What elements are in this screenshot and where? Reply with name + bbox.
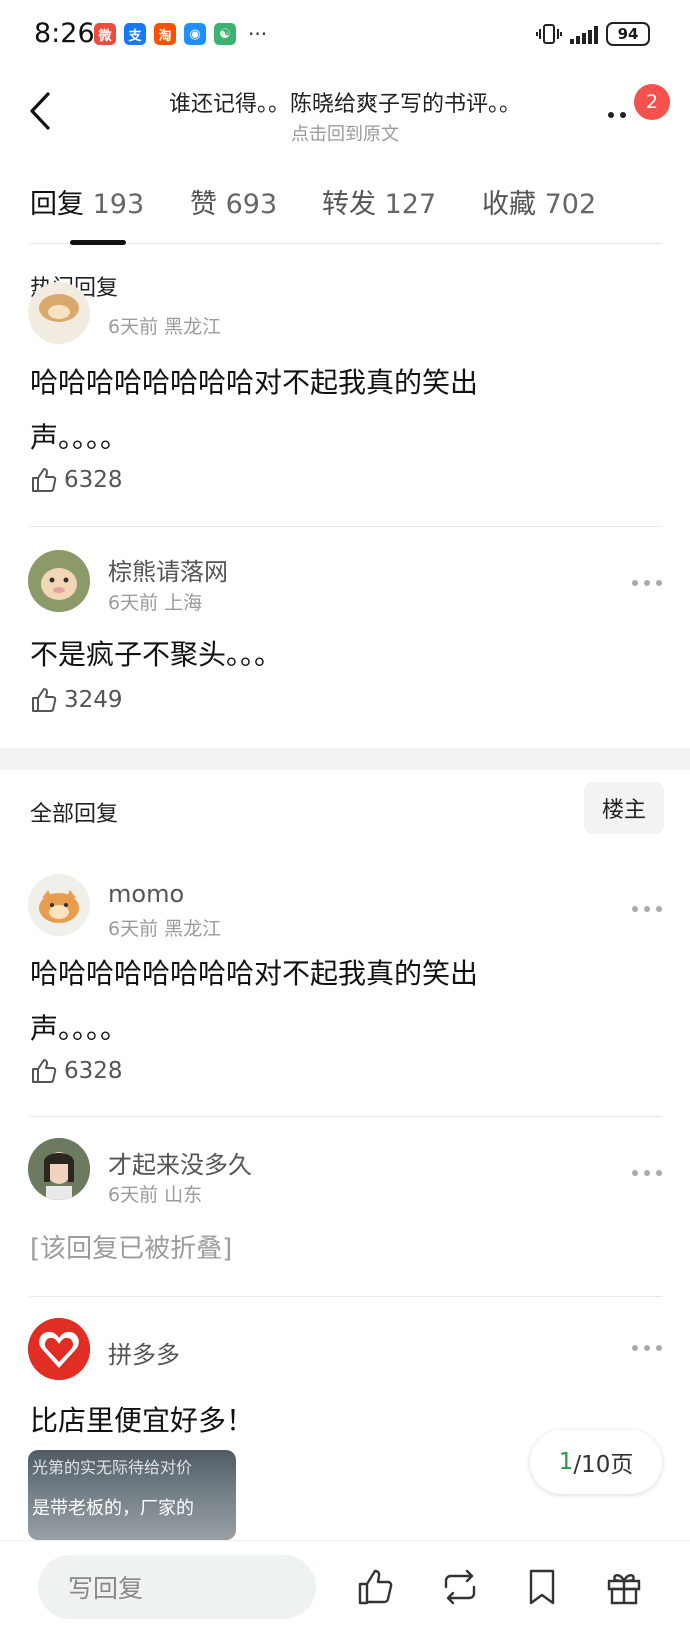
comment-meta: 6天前 黑龙江 [108,316,222,338]
comment-meta: 6天前 黑龙江 [108,918,222,940]
like-count: 6328 [64,467,123,493]
wechat-mini-icon: ☯ [214,23,236,45]
back-to-original-link[interactable]: 点击回到原文 [110,120,580,146]
message-app-icon: ◉ [184,23,206,45]
thumbs-up-icon [32,1059,57,1083]
like-button[interactable]: 6328 [30,466,123,494]
thumbs-up-icon [32,468,57,492]
comment-image[interactable]: 光第的实无际待给对价 是带老板的，厂家的 [28,1450,236,1540]
comment-text: 哈哈哈哈哈哈哈哈对不起我真的笑出声。。。。 [30,366,479,454]
tab-favorites[interactable]: 收藏 702 [482,182,596,221]
bookmark-icon[interactable] [522,1567,562,1607]
like-count: 6328 [64,1058,123,1084]
like-count: 3249 [64,687,123,713]
avatar[interactable] [28,550,90,612]
bottom-action-bar: 写回复 [0,1540,690,1634]
notification-badge[interactable]: 2 [634,84,670,120]
like-button[interactable]: 3249 [30,686,123,714]
image-caption-top: 光第的实无际待给对价 [32,1458,193,1477]
page-indicator[interactable]: 1/10页 [530,1430,662,1494]
tab-label: 转发 [322,189,376,220]
divider [30,1116,662,1117]
pinduoduo-logo[interactable] [28,1318,90,1380]
gift-icon[interactable] [604,1567,644,1607]
tab-count: 702 [544,189,597,220]
tab-count: 127 [384,189,437,220]
owner-filter-button[interactable]: 楼主 [584,782,664,834]
current-page: 1 [558,1449,574,1475]
reply-input[interactable]: 写回复 [38,1555,316,1619]
comment-text: 哈哈哈哈哈哈哈哈对不起我真的笑出声。。。。 [30,957,479,1045]
comment-more-icon[interactable] [632,1343,662,1353]
username[interactable]: 棕熊请落网 [108,552,228,587]
divider [30,526,662,527]
battery-indicator: 94 [606,22,650,46]
all-replies-heading: 全部回复 [30,802,119,827]
post-header: 谁还记得。。陈晓给爽子写的书评。。 点击回到原文 [0,72,690,152]
comment-more-icon[interactable] [632,904,662,914]
more-options-icon[interactable] [608,106,638,122]
comment-text: 比店里便宜好多！ [30,1404,255,1437]
like-button[interactable]: 6328 [30,1057,123,1085]
divider [30,1296,662,1297]
tab-reposts[interactable]: 转发 127 [322,182,436,221]
section-separator [0,748,690,770]
weibo-app-icon: 微 [94,23,116,45]
username[interactable]: 拼多多 [108,1335,180,1370]
image-caption: 是带老板的，厂家的 [32,1498,194,1519]
repost-icon[interactable] [440,1567,480,1607]
tab-replies[interactable]: 回复 193 [30,182,144,221]
status-time: 8:26 [34,18,95,49]
username[interactable]: 才起来没多久 [108,1145,252,1180]
like-icon[interactable] [356,1567,396,1607]
back-arrow-icon[interactable] [24,90,58,132]
tab-label: 赞 [190,189,217,220]
avatar[interactable] [28,1138,90,1200]
avatar[interactable] [28,282,90,344]
status-more-indicator: ··· [248,22,268,46]
vibrate-icon [536,24,562,44]
tab-likes[interactable]: 赞 693 [190,182,277,221]
signal-icon [570,24,598,44]
active-tab-indicator [70,240,126,245]
status-bar: 8:26 微支淘 ◉ ☯ ··· 94 [0,0,690,72]
comment-meta: 6天前 山东 [108,1184,203,1206]
comment-more-icon[interactable] [632,1168,662,1178]
username[interactable]: momo [108,880,184,908]
total-pages: /10页 [573,1452,634,1478]
comment-text: 不是疯子不聚头。。。 [30,638,283,671]
taobao-app-icon: 淘 [154,23,176,45]
tab-label: 收藏 [482,189,536,220]
alipay-app-icon: 支 [124,23,146,45]
comment-more-icon[interactable] [632,578,662,588]
status-right: 94 [536,22,650,46]
thumbs-up-icon [32,688,57,712]
tab-count: 193 [92,189,145,220]
avatar[interactable] [28,874,90,936]
comment-meta: 6天前 上海 [108,592,203,614]
tab-count: 693 [225,189,278,220]
status-app-icons: 微支淘 ◉ ☯ ··· [94,22,267,46]
interaction-tabs: 回复 193 赞 693 转发 127 收藏 702 [30,178,662,245]
post-title[interactable]: 谁还记得。。陈晓给爽子写的书评。。 [110,86,580,118]
folded-reply-notice[interactable]: [该回复已被折叠] [30,1228,232,1265]
tab-label: 回复 [30,189,84,220]
